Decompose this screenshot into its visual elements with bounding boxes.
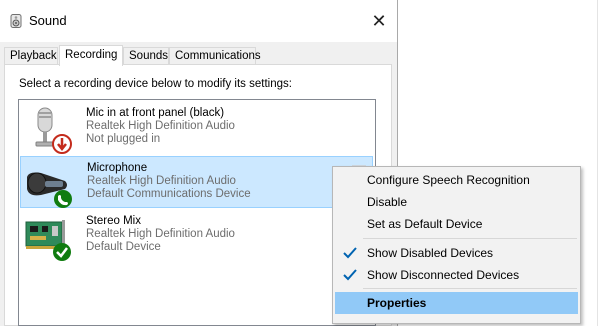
- device-status: Default Device: [86, 241, 161, 253]
- menu-separator: [363, 288, 577, 289]
- device-item-stereo-mix[interactable]: Stereo Mix Realtek High Definition Audio…: [20, 210, 373, 262]
- menu-item-label: Show Disabled Devices: [367, 246, 494, 260]
- tab-playback[interactable]: Playback: [4, 47, 58, 64]
- tab-sounds[interactable]: Sounds: [123, 47, 169, 64]
- close-icon: ✕: [371, 10, 387, 31]
- microphone-unplugged-icon: [35, 107, 72, 154]
- close-button[interactable]: ✕: [362, 6, 396, 36]
- menu-item-configure-speech[interactable]: Configure Speech Recognition: [335, 169, 578, 191]
- device-item-mic-front-panel[interactable]: Mic in at front panel (black) Realtek Hi…: [20, 102, 373, 154]
- menu-item-show-disabled[interactable]: Show Disabled Devices: [335, 242, 578, 264]
- menu-item-properties[interactable]: Properties: [335, 292, 578, 314]
- speaker-icon: [10, 14, 22, 28]
- window-title: Sound: [29, 13, 67, 28]
- checkmark-icon: [343, 247, 357, 259]
- device-status: Default Communications Device: [87, 188, 251, 200]
- tab-communications[interactable]: Communications: [169, 47, 261, 64]
- device-driver: Realtek High Definition Audio: [87, 175, 236, 187]
- device-name: Mic in at front panel (black): [86, 107, 225, 119]
- title-bar: Sound ✕: [0, 0, 397, 42]
- instruction-text: Select a recording device below to modif…: [19, 78, 292, 90]
- microphone-icon: [27, 172, 72, 208]
- menu-separator: [363, 238, 577, 239]
- device-driver: Realtek High Definition Audio: [86, 228, 235, 240]
- sound-card-icon: [25, 220, 71, 261]
- device-list[interactable]: Mic in at front panel (black) Realtek Hi…: [18, 99, 376, 326]
- menu-item-disable[interactable]: Disable: [335, 191, 578, 213]
- device-name: Microphone: [87, 162, 148, 174]
- menu-item-set-default[interactable]: Set as Default Device: [335, 213, 578, 235]
- tab-recording[interactable]: Recording: [59, 45, 123, 66]
- device-status: Not plugged in: [86, 133, 161, 145]
- device-driver: Realtek High Definition Audio: [86, 120, 235, 132]
- device-name: Stereo Mix: [86, 215, 141, 227]
- background-window-edge: [597, 0, 598, 326]
- context-menu: Configure Speech Recognition Disable Set…: [332, 166, 581, 324]
- menu-item-label: Show Disconnected Devices: [367, 268, 520, 282]
- device-item-microphone[interactable]: Microphone Realtek High Definition Audio…: [20, 156, 373, 208]
- menu-item-show-disconnected[interactable]: Show Disconnected Devices: [335, 264, 578, 286]
- checkmark-icon: [343, 269, 357, 281]
